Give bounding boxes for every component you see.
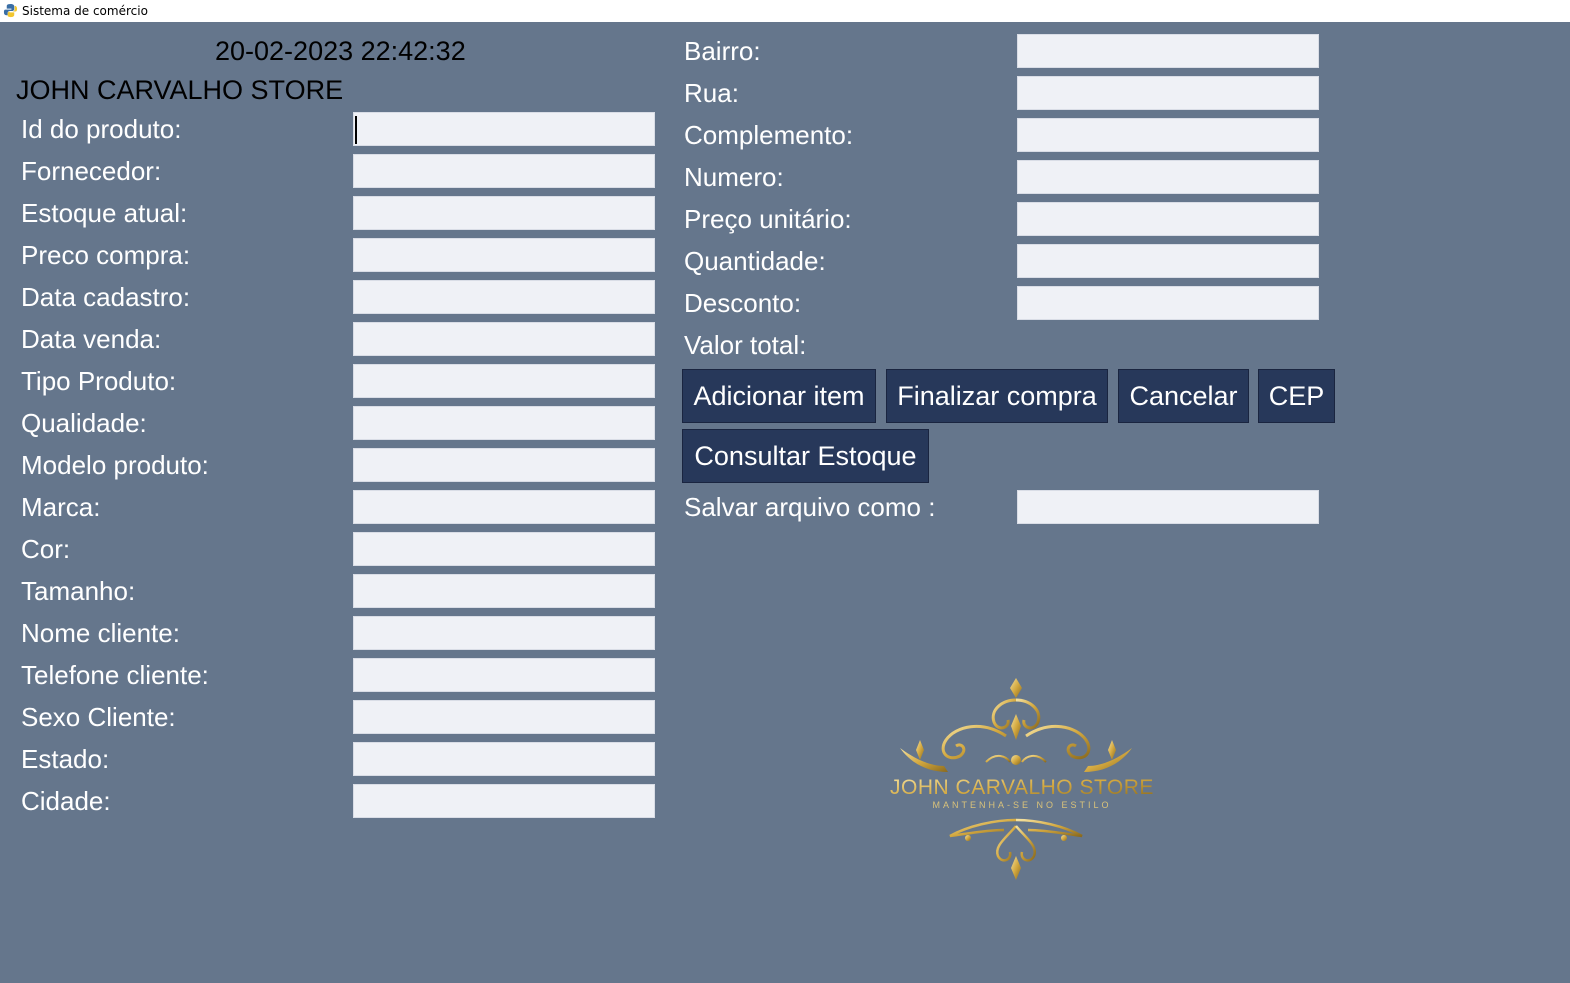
label-tipo-produto: Tipo Produto: — [21, 366, 177, 396]
add-item-button[interactable]: Adicionar item — [682, 369, 876, 423]
label-tamanho: Tamanho: — [21, 576, 136, 606]
label-preco-unitario: Preço unitário: — [684, 204, 852, 234]
store-logo: JOHN CARVALHO STORE MANTENHA-SE NO ESTIL… — [890, 678, 1154, 880]
window-title: Sistema de comércio — [22, 4, 148, 18]
label-cidade: Cidade: — [21, 786, 111, 816]
label-fornecedor: Fornecedor: — [21, 156, 162, 186]
label-numero: Numero: — [684, 162, 784, 192]
label-id-produto: Id do produto: — [21, 114, 182, 144]
label-complemento: Complemento: — [684, 120, 854, 150]
label-telefone-cliente: Telefone cliente: — [21, 660, 209, 690]
input-preco-unitario[interactable] — [1017, 202, 1319, 236]
label-estado: Estado: — [21, 744, 110, 774]
input-preco-compra[interactable] — [353, 238, 655, 272]
label-qualidade: Qualidade: — [21, 408, 147, 438]
check-stock-button[interactable]: Consultar Estoque — [682, 429, 929, 483]
label-data-venda: Data venda: — [21, 324, 162, 354]
datetime-label: 20-02-2023 22:42:32 — [215, 36, 466, 66]
input-data-venda[interactable] — [353, 322, 655, 356]
label-quantidade: Quantidade: — [684, 246, 826, 276]
input-quantidade[interactable] — [1017, 244, 1319, 278]
input-bairro[interactable] — [1017, 34, 1319, 68]
text-cursor — [355, 116, 357, 144]
cancel-button[interactable]: Cancelar — [1118, 369, 1249, 423]
title-bar: Sistema de comércio — [0, 0, 1570, 22]
input-fornecedor[interactable] — [353, 154, 655, 188]
input-telefone-cliente[interactable] — [353, 658, 655, 692]
cep-button[interactable]: CEP — [1258, 369, 1335, 423]
label-data-cadastro: Data cadastro: — [21, 282, 191, 312]
input-rua[interactable] — [1017, 76, 1319, 110]
logo-name-text: JOHN CARVALHO STORE — [890, 776, 1154, 799]
python-app-icon — [3, 3, 18, 18]
logo-tagline-text: MANTENHA-SE NO ESTILO — [932, 800, 1111, 810]
input-modelo-produto[interactable] — [353, 448, 655, 482]
input-complemento[interactable] — [1017, 118, 1319, 152]
input-tamanho[interactable] — [353, 574, 655, 608]
finish-purchase-button[interactable]: Finalizar compra — [886, 369, 1108, 423]
label-marca: Marca: — [21, 492, 101, 522]
input-estado[interactable] — [353, 742, 655, 776]
label-desconto: Desconto: — [684, 288, 802, 318]
label-sexo-cliente: Sexo Cliente: — [21, 702, 176, 732]
input-estoque-atual[interactable] — [353, 196, 655, 230]
input-desconto[interactable] — [1017, 286, 1319, 320]
label-rua: Rua: — [684, 78, 739, 108]
input-numero[interactable] — [1017, 160, 1319, 194]
label-cor: Cor: — [21, 534, 71, 564]
input-marca[interactable] — [353, 490, 655, 524]
input-sexo-cliente[interactable] — [353, 700, 655, 734]
input-cor[interactable] — [353, 532, 655, 566]
input-cidade[interactable] — [353, 784, 655, 818]
input-tipo-produto[interactable] — [353, 364, 655, 398]
input-qualidade[interactable] — [353, 406, 655, 440]
input-data-cadastro[interactable] — [353, 280, 655, 314]
input-id-produto[interactable] — [353, 112, 655, 146]
label-valor-total: Valor total: — [684, 330, 807, 360]
label-save-file: Salvar arquivo como : — [684, 492, 936, 522]
label-estoque-atual: Estoque atual: — [21, 198, 188, 228]
store-name-title: JOHN CARVALHO STORE — [16, 75, 344, 105]
input-nome-cliente[interactable] — [353, 616, 655, 650]
label-modelo-produto: Modelo produto: — [21, 450, 209, 480]
label-preco-compra: Preco compra: — [21, 240, 191, 270]
label-nome-cliente: Nome cliente: — [21, 618, 180, 648]
input-save-file[interactable] — [1017, 490, 1319, 524]
label-bairro: Bairro: — [684, 36, 761, 66]
